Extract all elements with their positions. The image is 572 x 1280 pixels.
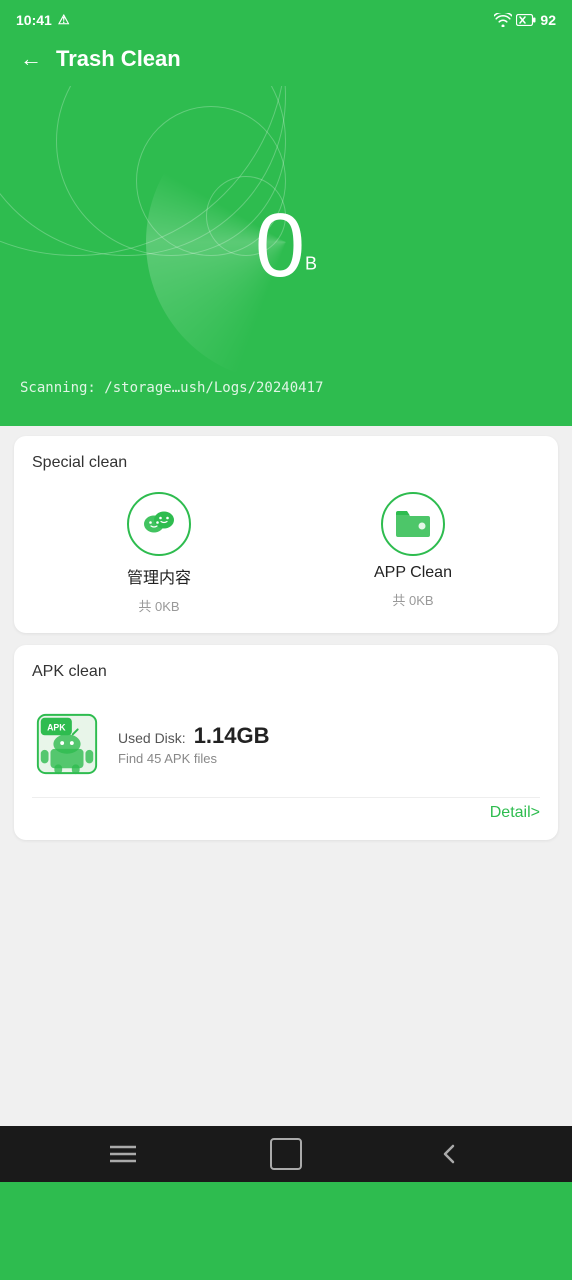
apk-clean-title: APK clean [32, 663, 540, 681]
apk-disk-size: 1.14GB [194, 723, 270, 749]
page-title: Trash Clean [56, 46, 181, 72]
scan-size-number: 0 [255, 196, 305, 296]
wechat-item-name: 管理内容 [127, 564, 191, 588]
back-nav-button[interactable] [429, 1134, 469, 1174]
battery-x-icon [516, 14, 536, 26]
cards-container: Special clean [0, 426, 572, 1126]
apk-file-icon: APK [33, 710, 101, 778]
scan-path-text: Scanning: /storage…ush/Logs/20240417 [0, 380, 572, 396]
battery-level: 92 [540, 12, 556, 28]
apk-icon-wrap: APK [32, 709, 102, 779]
back-button[interactable]: ← [20, 48, 42, 70]
status-left: 10:41 ⚠ [16, 12, 69, 28]
detail-button[interactable]: Detail> [490, 804, 540, 822]
scan-size-unit: B [305, 254, 317, 274]
app-header: ← Trash Clean [0, 36, 572, 86]
menu-nav-button[interactable] [103, 1134, 143, 1174]
wifi-icon [494, 13, 512, 27]
special-clean-card: Special clean [14, 436, 558, 633]
time-display: 10:41 [16, 12, 52, 28]
center-display: 0B [255, 201, 317, 291]
apk-files-count: Find 45 APK files [118, 751, 270, 766]
apk-detail-row: Detail> [32, 804, 540, 822]
app-clean-item-name: APP Clean [374, 564, 452, 582]
apk-info: Used Disk: 1.14GB Find 45 APK files [118, 723, 270, 766]
special-clean-items: 管理内容 共 0KB APP Clean 共 0KB [32, 492, 540, 615]
app-clean-item-size: 共 0KB [392, 590, 433, 609]
warning-icon: ⚠ [58, 12, 70, 28]
apk-divider [32, 797, 540, 798]
special-clean-title: Special clean [32, 454, 540, 472]
radar-scan-area: 0B Scanning: /storage…ush/Logs/20240417 [0, 86, 572, 426]
apk-clean-card: APK clean APK [14, 645, 558, 840]
status-bar: 10:41 ⚠ 92 [0, 0, 572, 36]
home-nav-button[interactable] [270, 1138, 302, 1170]
app-clean-item[interactable]: APP Clean 共 0KB [286, 492, 540, 615]
wechat-item[interactable]: 管理内容 共 0KB [32, 492, 286, 615]
bottom-nav [0, 1126, 572, 1182]
apk-item[interactable]: APK [32, 701, 540, 787]
apk-disk-label: Used Disk: [118, 730, 186, 746]
status-right: 92 [494, 12, 556, 28]
wechat-item-size: 共 0KB [138, 596, 179, 615]
folder-icon [381, 492, 445, 556]
wechat-icon [127, 492, 191, 556]
